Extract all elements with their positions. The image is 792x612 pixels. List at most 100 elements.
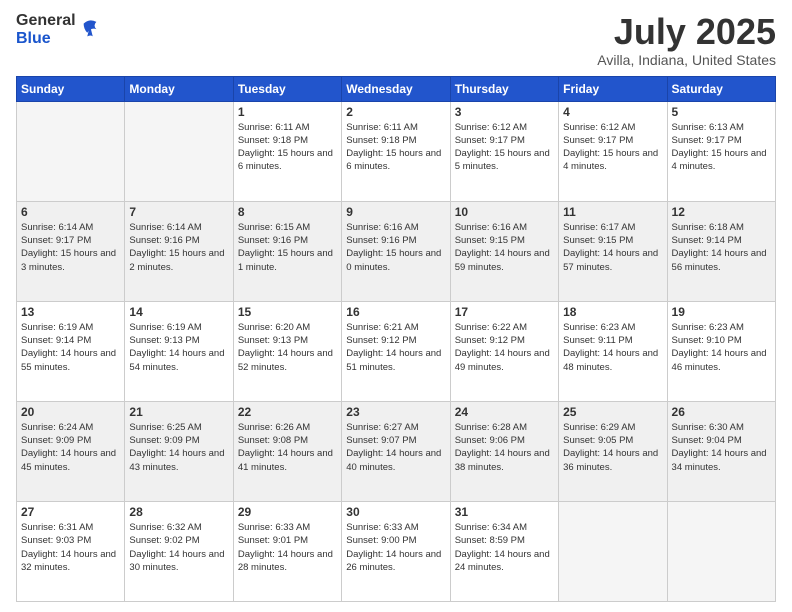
calendar-day-cell: 20 Sunrise: 6:24 AMSunset: 9:09 PMDayligh…: [17, 401, 125, 501]
calendar-day-cell: 19 Sunrise: 6:23 AMSunset: 9:10 PMDayligh…: [667, 301, 775, 401]
day-number: 23: [346, 405, 445, 419]
calendar-day-cell: [125, 101, 233, 201]
day-number: 5: [672, 105, 771, 119]
day-number: 8: [238, 205, 337, 219]
day-number: 2: [346, 105, 445, 119]
day-info: Sunrise: 6:25 AMSunset: 9:09 PMDaylight:…: [129, 421, 228, 474]
day-info: Sunrise: 6:28 AMSunset: 9:06 PMDaylight:…: [455, 421, 554, 474]
calendar-day-cell: 31Sunrise: 6:34 AMSunset: 8:59 PMDayligh…: [450, 501, 558, 601]
day-number: 20: [21, 405, 120, 419]
calendar-day-cell: 29Sunrise: 6:33 AMSunset: 9:01 PMDayligh…: [233, 501, 341, 601]
logo-blue: Blue: [16, 30, 76, 48]
day-number: 9: [346, 205, 445, 219]
day-info: Sunrise: 6:14 AMSunset: 9:17 PMDaylight:…: [21, 221, 120, 274]
calendar-header-row: SundayMondayTuesdayWednesdayThursdayFrid…: [17, 76, 776, 101]
calendar-day-cell: 26Sunrise: 6:30 AMSunset: 9:04 PMDayligh…: [667, 401, 775, 501]
day-info: Sunrise: 6:15 AMSunset: 9:16 PMDaylight:…: [238, 221, 337, 274]
day-info: Sunrise: 6:11 AMSunset: 9:18 PMDaylight:…: [346, 121, 445, 174]
calendar-day-cell: 6 Sunrise: 6:14 AMSunset: 9:17 PMDaylight…: [17, 201, 125, 301]
month-title: July 2025: [597, 12, 776, 52]
day-number: 15: [238, 305, 337, 319]
title-block: July 2025 Avilla, Indiana, United States: [597, 12, 776, 68]
calendar-day-cell: 5 Sunrise: 6:13 AMSunset: 9:17 PMDaylight…: [667, 101, 775, 201]
day-number: 18: [563, 305, 662, 319]
calendar-day-cell: 11 Sunrise: 6:17 AMSunset: 9:15 PMDayligh…: [559, 201, 667, 301]
header: General Blue July 2025 Avilla, Indiana, …: [16, 12, 776, 68]
calendar-week-row: 20 Sunrise: 6:24 AMSunset: 9:09 PMDayligh…: [17, 401, 776, 501]
day-info: Sunrise: 6:33 AMSunset: 9:00 PMDaylight:…: [346, 521, 445, 574]
calendar-day-cell: 2 Sunrise: 6:11 AMSunset: 9:18 PMDaylight…: [342, 101, 450, 201]
logo-general: General: [16, 12, 76, 30]
calendar-day-cell: 15 Sunrise: 6:20 AMSunset: 9:13 PMDayligh…: [233, 301, 341, 401]
calendar-week-row: 27 Sunrise: 6:31 AMSunset: 9:03 PMDayligh…: [17, 501, 776, 601]
day-info: Sunrise: 6:24 AMSunset: 9:09 PMDaylight:…: [21, 421, 120, 474]
day-number: 11: [563, 205, 662, 219]
calendar-day-cell: 10Sunrise: 6:16 AMSunset: 9:15 PMDayligh…: [450, 201, 558, 301]
day-info: Sunrise: 6:17 AMSunset: 9:15 PMDaylight:…: [563, 221, 662, 274]
day-number: 17: [455, 305, 554, 319]
location: Avilla, Indiana, United States: [597, 52, 776, 68]
day-info: Sunrise: 6:12 AMSunset: 9:17 PMDaylight:…: [563, 121, 662, 174]
day-info: Sunrise: 6:31 AMSunset: 9:03 PMDaylight:…: [21, 521, 120, 574]
day-info: Sunrise: 6:16 AMSunset: 9:16 PMDaylight:…: [346, 221, 445, 274]
day-number: 13: [21, 305, 120, 319]
day-info: Sunrise: 6:19 AMSunset: 9:14 PMDaylight:…: [21, 321, 120, 374]
calendar-day-cell: 17 Sunrise: 6:22 AMSunset: 9:12 PMDayligh…: [450, 301, 558, 401]
day-number: 10: [455, 205, 554, 219]
day-number: 27: [21, 505, 120, 519]
calendar-day-cell: 21Sunrise: 6:25 AMSunset: 9:09 PMDayligh…: [125, 401, 233, 501]
day-info: Sunrise: 6:18 AMSunset: 9:14 PMDaylight:…: [672, 221, 771, 274]
calendar-day-header: Friday: [559, 76, 667, 101]
calendar-day-cell: 22Sunrise: 6:26 AMSunset: 9:08 PMDayligh…: [233, 401, 341, 501]
calendar-day-cell: [17, 101, 125, 201]
calendar-day-cell: 24 Sunrise: 6:28 AMSunset: 9:06 PMDayligh…: [450, 401, 558, 501]
calendar-day-header: Sunday: [17, 76, 125, 101]
day-number: 25: [563, 405, 662, 419]
day-number: 16: [346, 305, 445, 319]
calendar-day-cell: 25Sunrise: 6:29 AMSunset: 9:05 PMDayligh…: [559, 401, 667, 501]
day-number: 1: [238, 105, 337, 119]
calendar-day-header: Thursday: [450, 76, 558, 101]
day-info: Sunrise: 6:27 AMSunset: 9:07 PMDaylight:…: [346, 421, 445, 474]
calendar-day-header: Tuesday: [233, 76, 341, 101]
day-number: 14: [129, 305, 228, 319]
day-info: Sunrise: 6:34 AMSunset: 8:59 PMDaylight:…: [455, 521, 554, 574]
calendar-day-cell: 18 Sunrise: 6:23 AMSunset: 9:11 PMDayligh…: [559, 301, 667, 401]
calendar-week-row: 13 Sunrise: 6:19 AMSunset: 9:14 PMDayligh…: [17, 301, 776, 401]
day-info: Sunrise: 6:30 AMSunset: 9:04 PMDaylight:…: [672, 421, 771, 474]
day-info: Sunrise: 6:23 AMSunset: 9:10 PMDaylight:…: [672, 321, 771, 374]
calendar-day-cell: 8 Sunrise: 6:15 AMSunset: 9:16 PMDaylight…: [233, 201, 341, 301]
day-number: 22: [238, 405, 337, 419]
calendar-day-cell: 16 Sunrise: 6:21 AMSunset: 9:12 PMDayligh…: [342, 301, 450, 401]
calendar-day-header: Wednesday: [342, 76, 450, 101]
calendar-day-cell: 1 Sunrise: 6:11 AMSunset: 9:18 PMDaylight…: [233, 101, 341, 201]
day-number: 28: [129, 505, 228, 519]
day-info: Sunrise: 6:22 AMSunset: 9:12 PMDaylight:…: [455, 321, 554, 374]
day-info: Sunrise: 6:21 AMSunset: 9:12 PMDaylight:…: [346, 321, 445, 374]
calendar-day-cell: 13 Sunrise: 6:19 AMSunset: 9:14 PMDayligh…: [17, 301, 125, 401]
logo-text: General Blue: [16, 12, 76, 47]
calendar-day-header: Saturday: [667, 76, 775, 101]
day-info: Sunrise: 6:23 AMSunset: 9:11 PMDaylight:…: [563, 321, 662, 374]
day-number: 24: [455, 405, 554, 419]
day-number: 3: [455, 105, 554, 119]
day-number: 4: [563, 105, 662, 119]
day-info: Sunrise: 6:11 AMSunset: 9:18 PMDaylight:…: [238, 121, 337, 174]
day-info: Sunrise: 6:32 AMSunset: 9:02 PMDaylight:…: [129, 521, 228, 574]
page: General Blue July 2025 Avilla, Indiana, …: [0, 0, 792, 612]
calendar-day-cell: 7 Sunrise: 6:14 AMSunset: 9:16 PMDaylight…: [125, 201, 233, 301]
day-number: 7: [129, 205, 228, 219]
day-info: Sunrise: 6:12 AMSunset: 9:17 PMDaylight:…: [455, 121, 554, 174]
calendar-day-cell: 12Sunrise: 6:18 AMSunset: 9:14 PMDayligh…: [667, 201, 775, 301]
day-number: 6: [21, 205, 120, 219]
day-number: 19: [672, 305, 771, 319]
calendar-day-header: Monday: [125, 76, 233, 101]
calendar-day-cell: [559, 501, 667, 601]
calendar-day-cell: 30Sunrise: 6:33 AMSunset: 9:00 PMDayligh…: [342, 501, 450, 601]
day-info: Sunrise: 6:13 AMSunset: 9:17 PMDaylight:…: [672, 121, 771, 174]
day-info: Sunrise: 6:14 AMSunset: 9:16 PMDaylight:…: [129, 221, 228, 274]
calendar-day-cell: 3 Sunrise: 6:12 AMSunset: 9:17 PMDaylight…: [450, 101, 558, 201]
calendar-day-cell: 27 Sunrise: 6:31 AMSunset: 9:03 PMDayligh…: [17, 501, 125, 601]
day-info: Sunrise: 6:20 AMSunset: 9:13 PMDaylight:…: [238, 321, 337, 374]
day-info: Sunrise: 6:19 AMSunset: 9:13 PMDaylight:…: [129, 321, 228, 374]
